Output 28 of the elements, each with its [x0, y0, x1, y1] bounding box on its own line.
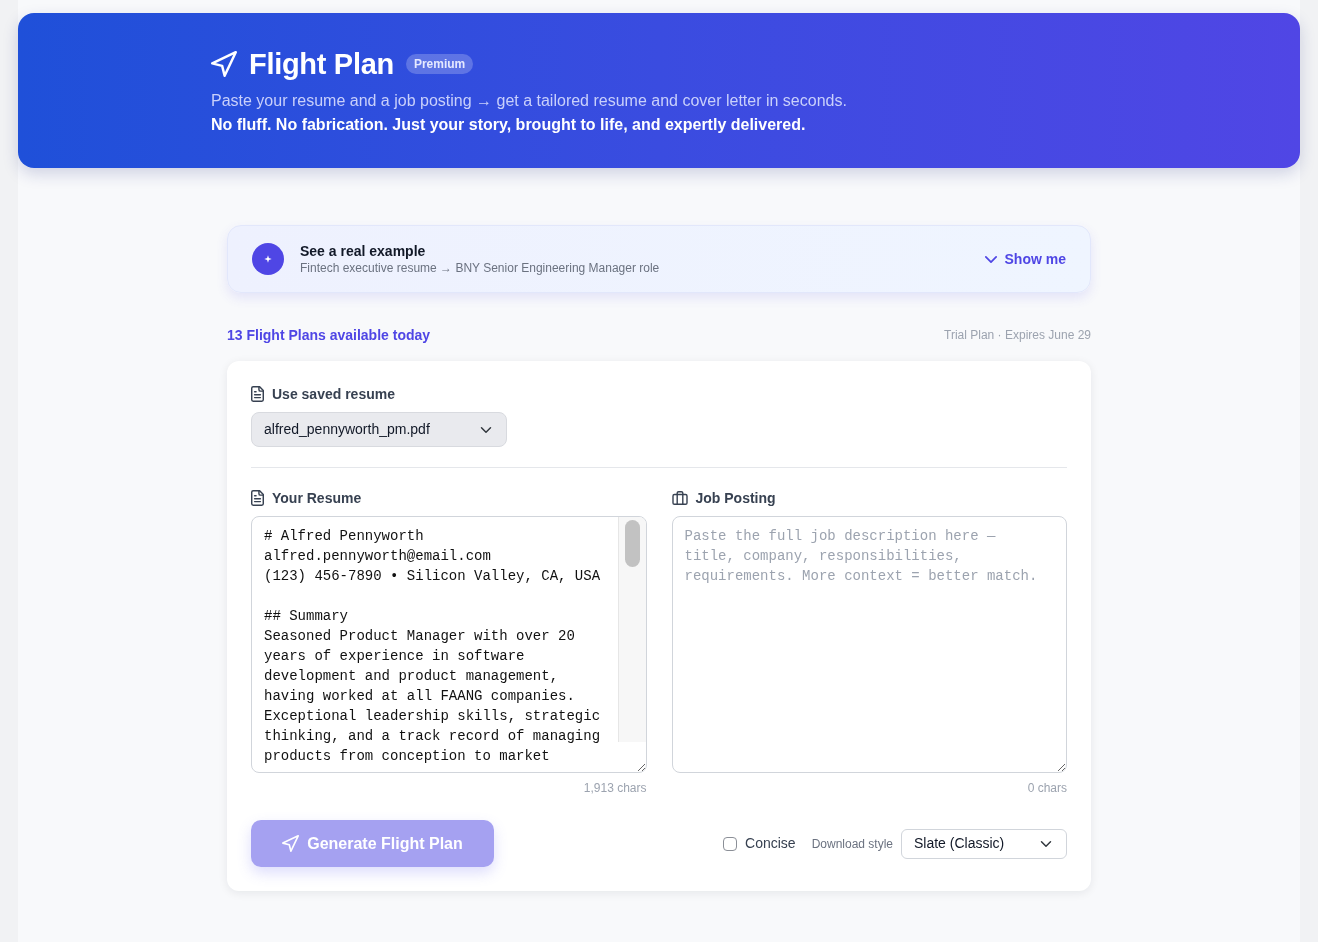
concise-checkbox[interactable] [723, 836, 738, 851]
char-count: 1,913 chars [582, 780, 647, 796]
example-title: See a real example [300, 242, 427, 260]
paper-plane-icon [211, 51, 237, 77]
plans-available-text: 13 Flight Plans available today [227, 326, 431, 344]
download-style-select[interactable]: Slate (Classic) [901, 828, 1067, 859]
paper-plane-icon [282, 835, 300, 852]
resume-field[interactable]: # Alfred Pennyworth alfred.pennyworth@email.com (123) 456-7890 • Silicon Valley, CA, USA ## Summary Seasoned Product Manager with over 20 years of experience in software development and product management, having worked at all FAANG companies. Exceptional leadership skills, strategic thinking, and a track record of managing products from conception to market [251, 516, 647, 773]
trial-plan-text: Trial Plan · Expires June 29 [944, 327, 1091, 344]
example-subtitle: Fintech executive resume → BNY Senior Engineering Manager role [300, 260, 661, 276]
scrollbar[interactable] [617, 517, 646, 742]
job-posting-label: Job Posting [695, 489, 776, 507]
premium-badge: Premium [405, 54, 474, 74]
document-icon [251, 386, 264, 402]
resume-label: Your Resume [272, 489, 362, 507]
document-icon [251, 490, 264, 506]
briefcase-icon [671, 491, 688, 505]
tagline: Paste your resume and a job posting → get a tailored resume and cover letter in seconds. [211, 91, 848, 111]
char-count: 0 chars [1026, 780, 1067, 796]
saved-resume-label: Use saved resume [272, 385, 395, 403]
sparkle-icon [252, 243, 284, 275]
subline: No fluff. No fabrication. Just your story, brought to life, and expertly delivered. [211, 115, 807, 135]
saved-resume-select[interactable]: alfred_pennyworth_pm.pdf [251, 412, 507, 447]
app-title: Flight Plan [249, 47, 394, 82]
job-posting-field[interactable]: Paste the full job description here — title, company, responsibilities, requirements. More context = better match. [671, 516, 1067, 773]
show-me-button[interactable]: Show me [984, 244, 1066, 274]
download-style-label: Download style [811, 835, 893, 853]
concise-label[interactable]: Concise [745, 833, 796, 854]
